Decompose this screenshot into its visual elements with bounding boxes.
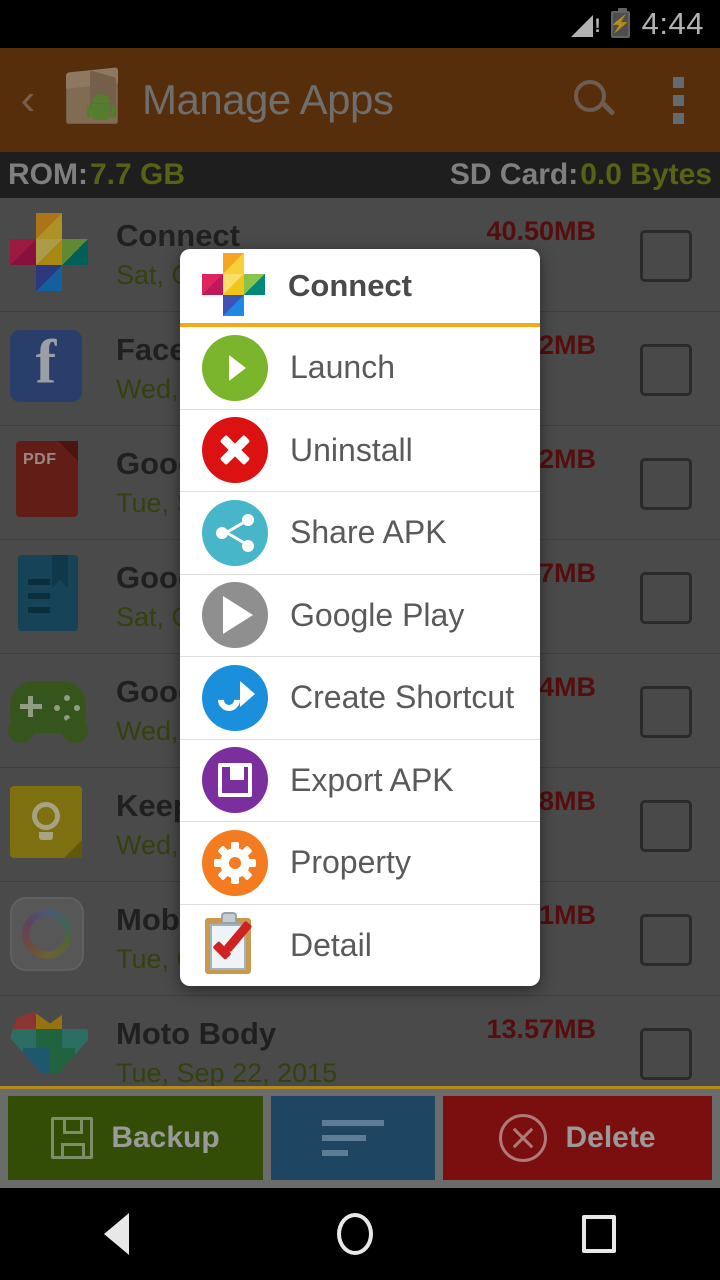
menu-item-label: Share APK [290, 514, 447, 551]
bottom-action-bar: Backup Delete [0, 1086, 720, 1188]
floppy-disk-icon [51, 1117, 94, 1159]
menu-item-label: Property [290, 844, 411, 881]
delete-button[interactable]: Delete [443, 1096, 712, 1180]
backup-button-label: Backup [111, 1121, 220, 1154]
property-gear-icon [202, 829, 268, 896]
menu-item-uninstall[interactable]: Uninstall [180, 410, 540, 492]
connect-app-icon [202, 253, 268, 319]
menu-item-label: Export APK [290, 761, 454, 798]
navigation-bar [0, 1188, 720, 1280]
nav-back-icon[interactable] [104, 1213, 130, 1255]
launch-icon [202, 334, 268, 401]
menu-item-launch[interactable]: Launch [180, 327, 540, 410]
app-action-dialog: Connect Launch Uninstall Share APK Googl… [180, 249, 540, 986]
create-shortcut-icon [202, 664, 268, 731]
menu-item-label: Google Play [290, 596, 465, 633]
backup-button[interactable]: Backup [8, 1096, 263, 1180]
menu-item-label: Uninstall [290, 431, 413, 468]
phone-screen: ! ⚡ 4:44 ‹ Manage Apps ROM: 7.7 GB SD Ca… [0, 0, 720, 1280]
delete-button-label: Delete [565, 1121, 656, 1154]
google-play-icon [202, 582, 268, 649]
sort-icon [322, 1120, 384, 1156]
menu-item-label: Create Shortcut [290, 679, 515, 716]
menu-item-detail[interactable]: Detail [180, 905, 540, 987]
detail-clipboard-icon [202, 912, 268, 978]
menu-item-label: Detail [290, 926, 372, 963]
delete-circle-x-icon [499, 1114, 548, 1162]
menu-item-share-apk[interactable]: Share APK [180, 492, 540, 575]
menu-item-export-apk[interactable]: Export APK [180, 740, 540, 822]
menu-item-label: Launch [290, 349, 395, 386]
nav-recents-icon[interactable] [581, 1215, 616, 1253]
uninstall-icon [202, 417, 268, 484]
dialog-title: Connect [288, 268, 412, 303]
sort-button[interactable] [271, 1096, 435, 1180]
export-apk-icon [202, 747, 268, 814]
menu-item-property[interactable]: Property [180, 822, 540, 905]
menu-item-create-shortcut[interactable]: Create Shortcut [180, 657, 540, 740]
share-icon [202, 499, 268, 566]
nav-home-icon[interactable] [337, 1213, 374, 1255]
menu-item-google-play[interactable]: Google Play [180, 575, 540, 657]
dialog-header: Connect [180, 249, 540, 327]
